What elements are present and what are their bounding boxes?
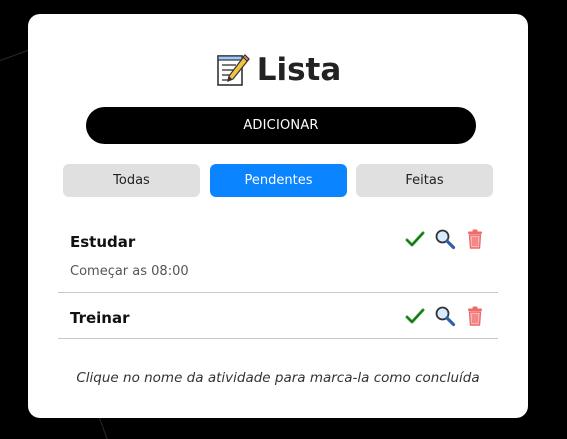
tab-pendentes[interactable]: Pendentes — [210, 164, 347, 197]
header: Lista — [28, 50, 528, 90]
check-icon[interactable] — [404, 228, 426, 250]
trash-icon[interactable] — [464, 305, 486, 327]
magnifier-icon[interactable] — [434, 305, 456, 327]
task-name[interactable]: Treinar — [70, 309, 130, 327]
filter-tabs: Todas Pendentes Feitas — [63, 164, 493, 197]
list-item: Treinar — [58, 293, 498, 339]
add-button[interactable]: ADICIONAR — [86, 107, 476, 144]
list-item: Estudar Começar as 08:00 — [58, 214, 498, 293]
magnifier-icon[interactable] — [434, 228, 456, 250]
trash-icon[interactable] — [464, 228, 486, 250]
task-actions — [404, 228, 486, 250]
hint-text: Clique no nome da atividade para marca-l… — [76, 370, 480, 386]
todo-card: Lista ADICIONAR Todas Pendentes Feitas E… — [28, 14, 528, 418]
page-title: Lista — [256, 52, 342, 88]
task-actions — [404, 305, 486, 327]
check-icon[interactable] — [404, 305, 426, 327]
task-description: Começar as 08:00 — [70, 264, 189, 279]
memo-icon — [215, 52, 251, 88]
tab-todas[interactable]: Todas — [63, 164, 200, 197]
task-list: Estudar Começar as 08:00 Treinar — [58, 214, 498, 339]
background-line — [99, 418, 111, 439]
tab-feitas[interactable]: Feitas — [356, 164, 493, 197]
task-name[interactable]: Estudar — [70, 233, 135, 251]
